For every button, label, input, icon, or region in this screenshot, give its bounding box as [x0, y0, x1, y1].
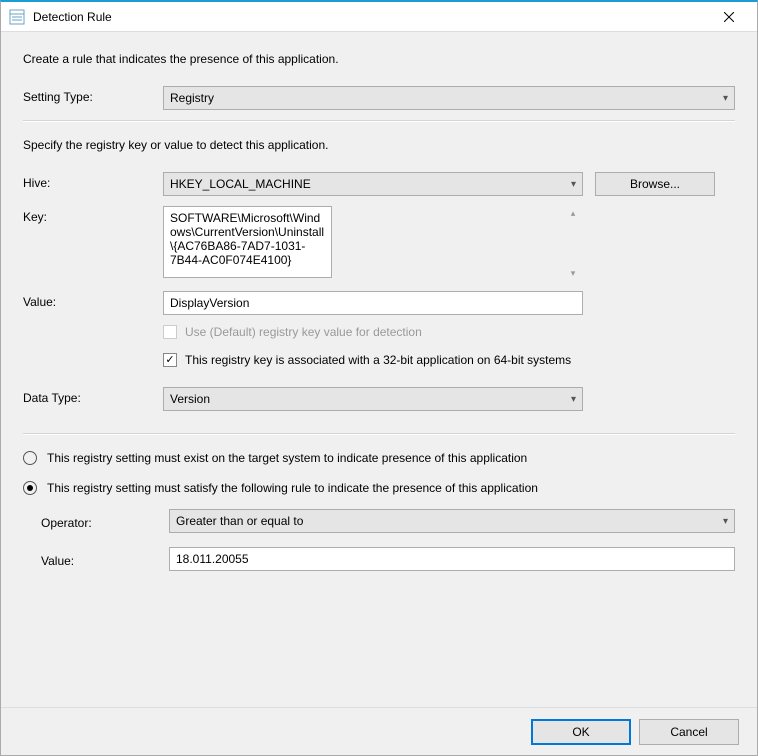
close-button[interactable] — [709, 3, 749, 31]
is-32bit-label: This registry key is associated with a 3… — [185, 353, 571, 367]
scroll-down-icon: ▾ — [565, 268, 581, 279]
setting-type-value: Registry — [170, 91, 214, 105]
setting-type-dropdown[interactable]: Registry ▾ — [163, 86, 735, 110]
chevron-down-icon: ▾ — [723, 516, 728, 527]
is-32bit-checkbox-row[interactable]: This registry key is associated with a 3… — [163, 353, 735, 367]
value-input[interactable] — [163, 291, 583, 315]
data-type-label: Data Type: — [23, 387, 163, 405]
use-default-label: Use (Default) registry key value for det… — [185, 325, 422, 339]
scrollbar: ▴ ▾ — [565, 208, 581, 279]
scroll-up-icon: ▴ — [565, 208, 581, 219]
hive-value: HKEY_LOCAL_MACHINE — [170, 177, 311, 191]
setting-type-label: Setting Type: — [23, 86, 163, 104]
operator-value: Greater than or equal to — [176, 514, 303, 528]
chevron-down-icon: ▾ — [723, 93, 728, 104]
operator-row: Operator: Greater than or equal to ▾ — [41, 509, 735, 533]
is-32bit-checkbox[interactable] — [163, 353, 177, 367]
ok-button[interactable]: OK — [531, 719, 631, 745]
rule-value-input[interactable] — [169, 547, 735, 571]
operator-label: Operator: — [41, 512, 169, 530]
radio-satisfy[interactable] — [23, 481, 37, 495]
key-label: Key: — [23, 206, 163, 224]
registry-intro: Specify the registry key or value to det… — [23, 138, 735, 152]
setting-type-row: Setting Type: Registry ▾ — [23, 86, 735, 110]
dialog-content: Create a rule that indicates the presenc… — [1, 32, 757, 707]
chevron-down-icon: ▾ — [571, 179, 576, 190]
data-type-value: Version — [170, 392, 210, 406]
rule-subsection: Operator: Greater than or equal to ▾ Val… — [41, 509, 735, 571]
radio-satisfy-label: This registry setting must satisfy the f… — [47, 481, 538, 495]
data-type-dropdown[interactable]: Version ▾ — [163, 387, 583, 411]
dialog-window: Detection Rule Create a rule that indica… — [0, 0, 758, 756]
data-type-row: Data Type: Version ▾ — [23, 387, 735, 411]
hive-label: Hive: — [23, 172, 163, 190]
chevron-down-icon: ▾ — [571, 394, 576, 405]
hive-dropdown[interactable]: HKEY_LOCAL_MACHINE ▾ — [163, 172, 583, 196]
app-icon — [9, 9, 25, 25]
window-title: Detection Rule — [33, 10, 709, 24]
radio-exists[interactable] — [23, 451, 37, 465]
intro-text: Create a rule that indicates the presenc… — [23, 52, 735, 66]
value-row: Value: — [23, 291, 735, 315]
key-row: Key: ▴ ▾ — [23, 206, 735, 281]
hive-row: Hive: HKEY_LOCAL_MACHINE ▾ Browse... — [23, 172, 735, 196]
use-default-checkbox-row: Use (Default) registry key value for det… — [163, 325, 735, 339]
radio-exists-row[interactable]: This registry setting must exist on the … — [23, 451, 735, 465]
value-label: Value: — [23, 291, 163, 309]
rule-value-row: Value: — [41, 547, 735, 571]
radio-exists-label: This registry setting must exist on the … — [47, 451, 527, 465]
radio-satisfy-row[interactable]: This registry setting must satisfy the f… — [23, 481, 735, 495]
operator-dropdown[interactable]: Greater than or equal to ▾ — [169, 509, 735, 533]
divider — [23, 120, 735, 122]
dialog-footer: OK Cancel — [1, 707, 757, 755]
key-textarea[interactable] — [163, 206, 332, 278]
close-icon — [724, 12, 734, 22]
titlebar: Detection Rule — [1, 2, 757, 32]
browse-button[interactable]: Browse... — [595, 172, 715, 196]
use-default-checkbox — [163, 325, 177, 339]
cancel-button[interactable]: Cancel — [639, 719, 739, 745]
rule-value-label: Value: — [41, 550, 169, 568]
divider — [23, 433, 735, 435]
